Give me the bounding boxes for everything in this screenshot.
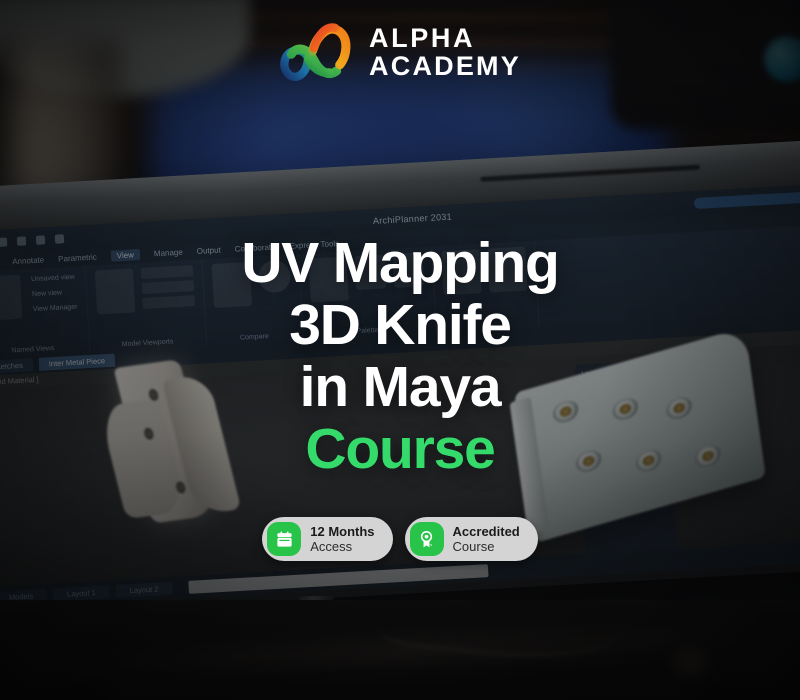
flyer-canvas: ArchiPlanner 2031 Insert Annotate Parame… — [0, 0, 800, 700]
award-ribbon-icon — [409, 522, 444, 556]
badge-text: Accredited Course — [453, 524, 520, 555]
badge-subtitle: Course — [452, 539, 495, 554]
brand-wordmark: ALPHA ACADEMY — [369, 24, 521, 80]
calendar-icon — [267, 522, 302, 556]
title-line-1: UV Mapping — [241, 231, 560, 295]
page-title: UV Mapping 3D Knife in Maya Course — [0, 232, 800, 480]
badge-accredited-course: Accredited Course — [404, 517, 538, 561]
flyer-content: ALPHA ACADEMY UV Mapping 3D Knife in May… — [0, 0, 800, 700]
badge-text: 12 Months Access — [310, 524, 374, 555]
badge-subtitle: Access — [310, 539, 353, 554]
badge-title: 12 Months — [310, 523, 375, 539]
title-line-4-course: Course — [305, 417, 495, 481]
brand-line-1: ALPHA — [369, 22, 476, 53]
badge-12-months-access: 12 Months Access — [262, 517, 393, 561]
brand-lockup: ALPHA ACADEMY — [0, 18, 800, 86]
title-line-2: 3D Knife — [289, 293, 512, 357]
badge-row: 12 Months Access Accredited Course — [0, 517, 800, 561]
alpha-academy-logo-icon — [280, 23, 351, 81]
badge-title: Accredited — [452, 523, 520, 539]
title-line-3: in Maya — [299, 355, 502, 419]
brand-line-2: ACADEMY — [369, 51, 521, 81]
